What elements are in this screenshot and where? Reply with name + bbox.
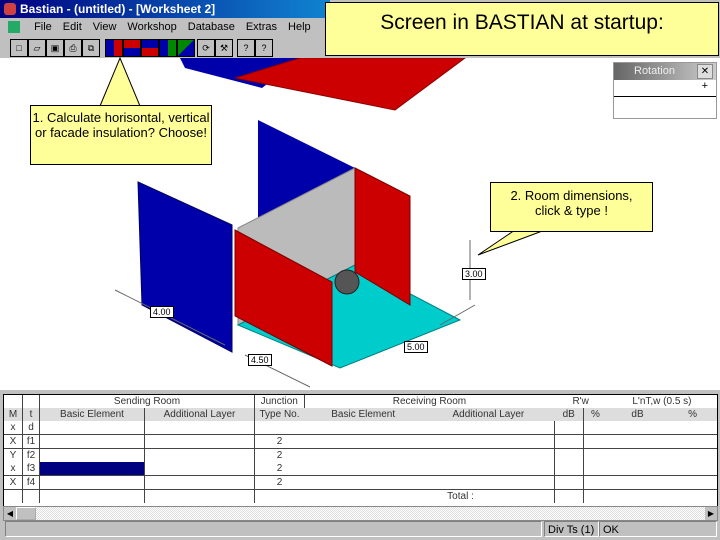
new-icon[interactable]: □ <box>10 39 28 57</box>
facade-mode-2-icon[interactable] <box>177 39 195 57</box>
horizontal-mode-icon[interactable] <box>105 39 123 57</box>
menu-file[interactable]: File <box>34 21 52 33</box>
rotate-icon[interactable]: ⟳ <box>197 39 215 57</box>
scroll-right-icon[interactable]: ▶ <box>705 507 717 520</box>
app-icon <box>4 3 16 15</box>
table-row[interactable]: Yf2 2 <box>4 448 717 462</box>
callout-insulation-mode: 1. Calculate horisontal, vertical or fac… <box>30 105 212 165</box>
toolbar: □ ▱ ▣ ⎙ ⧉ ⟳ ⚒ ? ? <box>0 37 330 58</box>
table-row[interactable]: xd <box>4 421 717 435</box>
total-label: Total : <box>254 489 555 503</box>
rotation-panel-title: Rotation <box>634 65 675 77</box>
group-header-lntw: L'nT,w (0.5 s) <box>632 396 692 407</box>
menu-edit[interactable]: Edit <box>63 21 82 33</box>
selected-cell[interactable] <box>39 462 145 476</box>
facade-mode-icon[interactable] <box>159 39 177 57</box>
col-rw-pct: % <box>590 409 600 420</box>
group-header-receiving: Receiving Room <box>392 396 467 407</box>
status-left <box>5 521 542 537</box>
document-icon <box>8 21 20 34</box>
print-icon[interactable]: ⎙ <box>64 39 82 57</box>
col-rw-db: dB <box>554 408 585 421</box>
dimension-length-label[interactable]: 4.00 <box>150 306 174 318</box>
rotation-object[interactable] <box>334 269 360 295</box>
status-dim: Div Ts (1) <box>544 521 599 537</box>
horizontal-scrollbar[interactable]: ◀ ▶ <box>3 506 718 521</box>
tool-icon[interactable]: ⚒ <box>215 39 233 57</box>
col-basic-element: Basic Element <box>39 408 145 421</box>
group-header-junction: Junction <box>254 395 305 408</box>
results-table: Sending Room Junction Receiving Room R'w L'n… <box>3 394 718 508</box>
dimension-width-label[interactable]: 4.50 <box>248 354 272 366</box>
col-ln-pct: % <box>688 409 698 420</box>
menu-workshop[interactable]: Workshop <box>127 21 176 33</box>
menu-bar: File Edit View Workshop Database Extras Help <box>0 18 330 36</box>
status-ok: OK <box>599 521 717 537</box>
help-icon[interactable]: ? <box>255 39 273 57</box>
rotation-plus[interactable]: + <box>614 80 716 97</box>
table-row[interactable]: Xf4 2 <box>4 475 717 490</box>
status-bar: Div Ts (1) OK <box>3 521 717 537</box>
vertical-mode-icon[interactable] <box>123 39 141 57</box>
open-icon[interactable]: ▱ <box>28 39 46 57</box>
dimension-height-label[interactable]: 3.00 <box>462 268 486 280</box>
group-header-rw: R'w <box>572 396 589 407</box>
slide-headline: Screen in BASTIAN at startup: <box>325 2 719 56</box>
total-row: Total : <box>4 489 717 503</box>
col-type-no: Type No. <box>259 409 300 420</box>
dimension-depth-label[interactable]: 5.00 <box>404 341 428 353</box>
menu-database[interactable]: Database <box>188 21 235 33</box>
copy-icon[interactable]: ⧉ <box>82 39 100 57</box>
title-bar: Bastian - (untitled) - [Worksheet 2] <box>0 0 330 18</box>
col-m: M <box>4 408 23 421</box>
col-recv-basic: Basic Element <box>331 409 396 420</box>
close-icon[interactable]: ✕ <box>697 64 713 79</box>
menu-extras[interactable]: Extras <box>246 21 277 33</box>
left-wall <box>137 181 233 353</box>
col-ln-db: dB <box>631 409 644 420</box>
context-help-icon[interactable]: ? <box>237 39 255 57</box>
save-icon[interactable]: ▣ <box>46 39 64 57</box>
rotation-panel: Rotation ✕ + <box>613 62 717 119</box>
group-header-sending: Sending Room <box>39 395 255 408</box>
scroll-thumb[interactable] <box>16 507 36 520</box>
table-row[interactable]: Xf1 2 <box>4 434 717 449</box>
rotation-panel-header: Rotation ✕ <box>614 63 716 80</box>
menu-help[interactable]: Help <box>288 21 311 33</box>
scroll-left-icon[interactable]: ◀ <box>4 507 16 520</box>
callout-room-dimensions: 2. Room dimensions, click & type ! <box>490 182 653 232</box>
col-recv-layer: Additional Layer <box>452 409 525 420</box>
table-row[interactable]: x f3 2 <box>4 462 717 476</box>
vertical-mode-2-icon[interactable] <box>141 39 159 57</box>
col-additional-layer: Additional Layer <box>144 408 255 421</box>
menu-view[interactable]: View <box>93 21 117 33</box>
window-title: Bastian - (untitled) - [Worksheet 2] <box>20 2 216 16</box>
col-t: t <box>22 408 40 421</box>
